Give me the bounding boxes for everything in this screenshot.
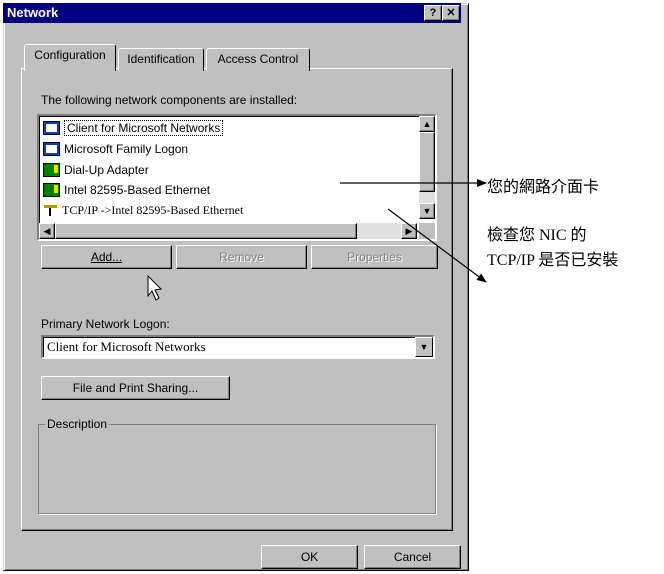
- tab-configuration[interactable]: Configuration: [24, 44, 116, 71]
- tcpip-arrow: [387, 208, 487, 283]
- check-annotation-line2: TCP/IP 是否已安裝: [487, 252, 619, 269]
- annotation-arrows: [340, 179, 487, 283]
- check-annotation-line1: 檢查您 NIC 的: [487, 227, 587, 244]
- nic-annotation: 您的網路介面卡: [487, 179, 600, 196]
